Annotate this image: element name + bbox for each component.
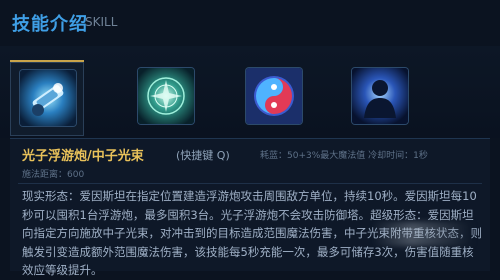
skill-tab-3[interactable] [236,60,310,134]
cannon-icon [20,70,76,126]
skill-tab-2[interactable] [128,60,202,134]
skill-tab-bar [0,46,500,138]
silhouette-icon [352,68,408,124]
section-header: 技能介绍 SKILL [0,0,500,47]
skill-detail-panel: 光子浮游炮/中子光束 (快捷键 Q) 耗蓝：50+3%最大魔法值 冷却时间：1秒… [10,138,490,277]
skill-name: 光子浮游炮/中子光束 [22,149,144,164]
divider [18,183,482,184]
skill-hotkey: (快捷键 Q) [176,149,230,162]
skill-range: 施法距离：600 [22,170,85,180]
section-title: 技能介绍 [12,14,88,35]
skill-tab-1[interactable] [10,60,84,136]
skill-cost: 耗蓝：50+3%最大魔法值 冷却时间：1秒 [260,151,428,161]
rune-orb-icon [138,68,194,124]
section-subtitle: SKILL [85,15,118,29]
watermark-blur [372,222,472,246]
skill-tab-4[interactable] [342,60,416,134]
swirl-icon [246,68,302,124]
